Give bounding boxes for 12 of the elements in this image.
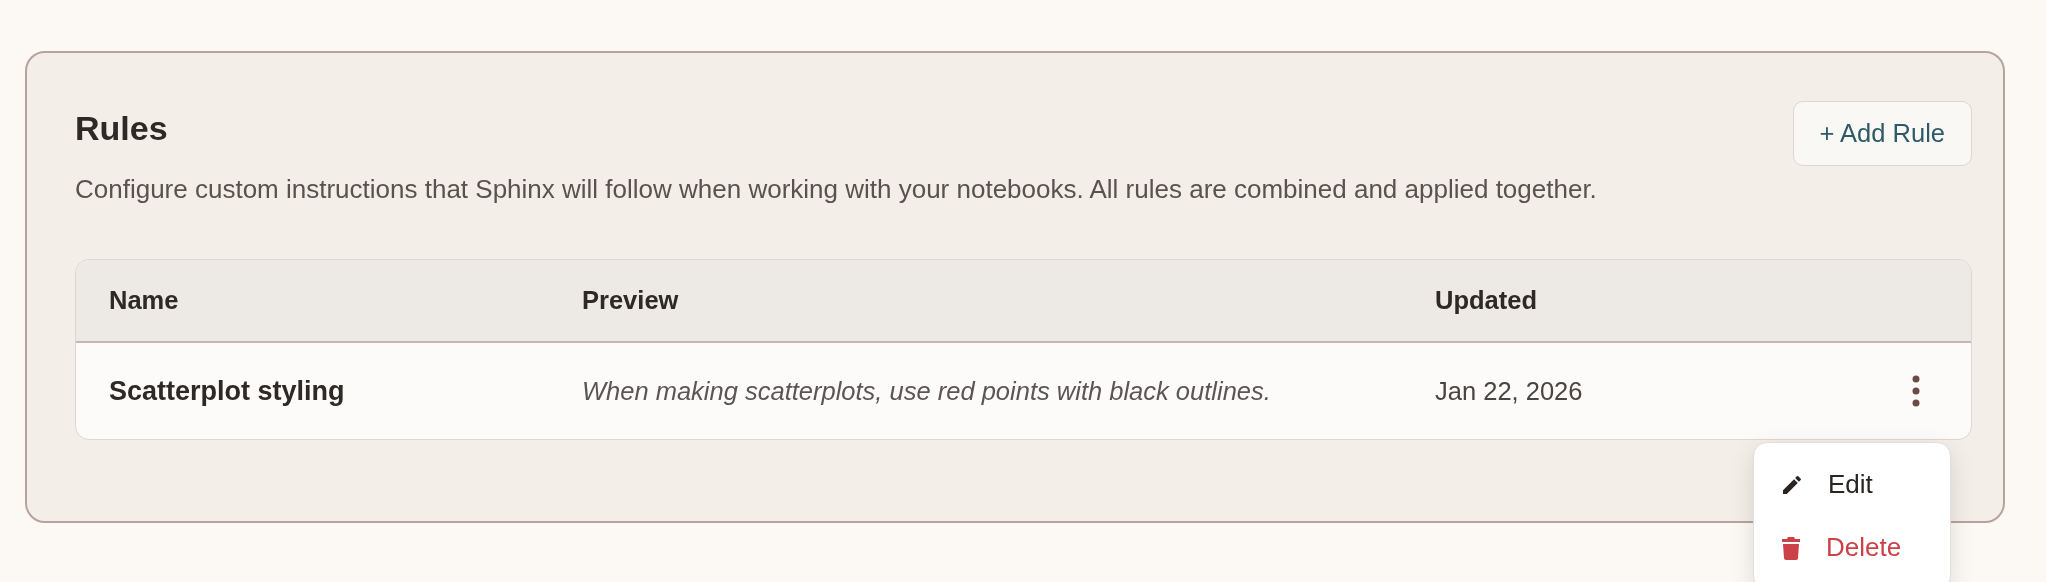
updated-date: Jan 22, 2026 <box>1434 376 1584 406</box>
rule-name: Scatterplot styling <box>108 375 346 407</box>
column-header: Preview <box>581 286 680 315</box>
column-header: Updated <box>1434 286 1538 315</box>
section-title: Rules <box>75 109 169 148</box>
menu-item[interactable]: Edit <box>1754 453 1950 516</box>
section-description: Configure custom instructions that Sphinx will follow when working with your notebooks. All rules are combined and applied together. <box>75 174 1597 205</box>
add-rule-button[interactable]: + Add Rule <box>1792 101 1972 166</box>
menu-item[interactable]: Delete <box>1754 516 1950 579</box>
column-header: Name <box>108 286 180 315</box>
rule-preview: When making scatterplots, use red points with black outlines. <box>581 376 1272 406</box>
trash-icon <box>1780 535 1802 560</box>
